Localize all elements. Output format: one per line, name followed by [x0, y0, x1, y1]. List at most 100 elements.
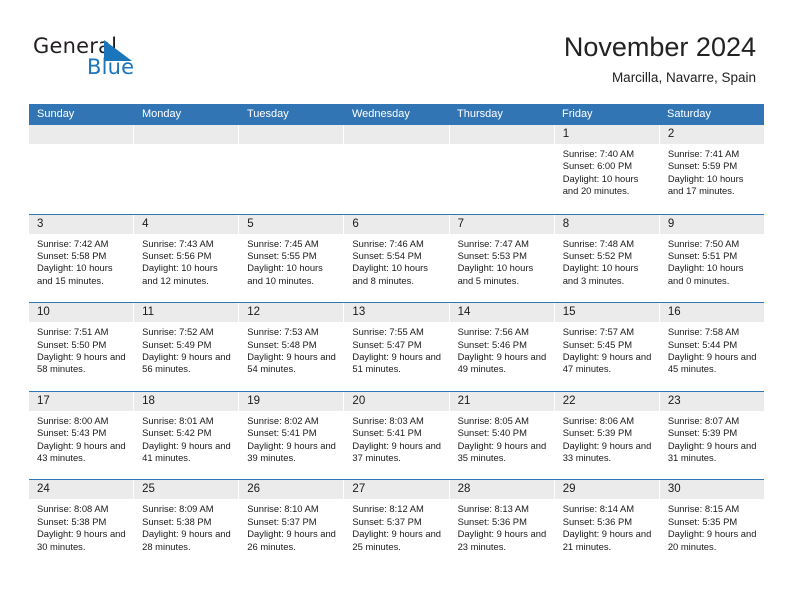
- weekday-header-friday: Friday: [562, 108, 593, 120]
- sunrise-text: Sunrise: 7:52 AM: [142, 326, 214, 338]
- calendar-day-cell[interactable]: 3 Sunrise: 7:42 AM Sunset: 5:58 PM Daylight…: [29, 214, 135, 303]
- sunset-text: Sunset: 5:35 PM: [667, 515, 738, 527]
- sunrise-text: Sunrise: 7:58 AM: [667, 326, 740, 338]
- day-number: 23: [659, 391, 764, 411]
- day-number: 8: [554, 214, 659, 234]
- sunrise-text: Sunrise: 8:01 AM: [142, 414, 214, 426]
- daylight-text: Daylight: 9 hours and 43 minutes.: [37, 439, 126, 463]
- sunset-text: Sunset: 5:38 PM: [142, 515, 212, 527]
- sunrise-text: Sunrise: 7:50 AM: [667, 237, 740, 249]
- day-details: Sunrise: 8:00 AM Sunset: 5:43 PM Daylight:…: [29, 411, 133, 465]
- day-number: 21: [449, 391, 554, 411]
- sunrise-text: Sunrise: 7:47 AM: [457, 237, 529, 249]
- day-number: 24: [29, 480, 134, 500]
- calendar-day-cell[interactable]: 30 Sunrise: 8:15 AM Sunset: 5:35 PM Dayligh…: [659, 480, 764, 568]
- sunset-text: Sunset: 5:41 PM: [352, 427, 422, 439]
- day-number: 9: [659, 214, 764, 234]
- sunset-text: Sunset: 5:45 PM: [562, 338, 633, 350]
- calendar-day-cell[interactable]: 17 Sunrise: 8:00 AM Sunset: 5:43 PM Dayligh…: [29, 391, 135, 480]
- calendar-day-cell[interactable]: 7 Sunrise: 7:47 AM Sunset: 5:53 PM Daylight…: [449, 214, 555, 303]
- day-details: Sunrise: 8:02 AM Sunset: 5:41 PM Daylight:…: [239, 411, 343, 465]
- title-block: November 2024 Marcilla, Navarre, Spain: [564, 30, 756, 88]
- day-details: Sunrise: 8:08 AM Sunset: 5:38 PM Daylight:…: [29, 499, 133, 553]
- day-number: 27: [344, 480, 449, 500]
- calendar-day-cell[interactable]: 23 Sunrise: 8:07 AM Sunset: 5:39 PM Dayligh…: [659, 391, 764, 480]
- weekday-header-saturday: Saturday: [667, 108, 712, 120]
- calendar-day-cell[interactable]: 13 Sunrise: 7:55 AM Sunset: 5:47 PM Dayligh…: [344, 303, 450, 391]
- calendar-day-cell[interactable]: 5 Sunrise: 7:45 AM Sunset: 5:55 PM Daylight…: [239, 214, 345, 303]
- calendar-day-cell[interactable]: 1 Sunrise: 7:40 AM Sunset: 6:00 PM Daylight…: [554, 125, 660, 214]
- calendar-day-cell[interactable]: 28 Sunrise: 8:13 AM Sunset: 5:36 PM Dayligh…: [449, 480, 555, 568]
- daylight-text: Daylight: 10 hours and 0 minutes.: [667, 262, 744, 286]
- calendar-day-cell[interactable]: 14 Sunrise: 7:56 AM Sunset: 5:46 PM Dayligh…: [449, 303, 555, 391]
- calendar-day-cell[interactable]: 16 Sunrise: 7:58 AM Sunset: 5:44 PM Dayligh…: [659, 303, 764, 391]
- daylight-text: Daylight: 10 hours and 15 minutes.: [37, 262, 113, 286]
- calendar-day-cell[interactable]: 6 Sunrise: 7:46 AM Sunset: 5:54 PM Daylight…: [344, 214, 450, 303]
- daylight-text: Daylight: 9 hours and 28 minutes.: [142, 528, 231, 552]
- calendar-day-cell[interactable]: 2 Sunrise: 7:41 AM Sunset: 5:59 PM Daylight…: [659, 125, 764, 214]
- day-details: Sunrise: 8:01 AM Sunset: 5:42 PM Daylight:…: [134, 411, 238, 465]
- daylight-text: Daylight: 9 hours and 47 minutes.: [562, 351, 652, 375]
- calendar-day-cell[interactable]: 29 Sunrise: 8:14 AM Sunset: 5:36 PM Dayligh…: [554, 480, 660, 568]
- calendar-day-cell[interactable]: 8 Sunrise: 7:48 AM Sunset: 5:52 PM Daylight…: [554, 214, 660, 303]
- day-number: 10: [29, 303, 134, 323]
- calendar-day-cell[interactable]: 27 Sunrise: 8:12 AM Sunset: 5:37 PM Dayligh…: [344, 480, 450, 568]
- sunset-text: Sunset: 5:42 PM: [142, 427, 212, 439]
- calendar-day-cell[interactable]: 21 Sunrise: 8:05 AM Sunset: 5:40 PM Dayligh…: [449, 391, 555, 480]
- sunrise-text: Sunrise: 8:06 AM: [562, 414, 635, 426]
- sunrise-text: Sunrise: 8:08 AM: [37, 503, 109, 515]
- day-number: 25: [134, 480, 239, 500]
- calendar-day-cell[interactable]: 20 Sunrise: 8:03 AM Sunset: 5:41 PM Dayligh…: [344, 391, 450, 480]
- sunrise-text: Sunrise: 7:56 AM: [457, 326, 529, 338]
- sunset-text: Sunset: 5:47 PM: [352, 338, 422, 350]
- day-number: [449, 125, 554, 144]
- calendar-day-cell[interactable]: 9 Sunrise: 7:50 AM Sunset: 5:51 PM Daylight…: [659, 214, 764, 303]
- day-number: 16: [659, 303, 764, 323]
- sunrise-text: Sunrise: 7:45 AM: [247, 237, 319, 249]
- day-details: Sunrise: 8:09 AM Sunset: 5:38 PM Daylight:…: [134, 499, 238, 553]
- calendar-page: General Blue November 2024 Marcilla, Nav…: [0, 0, 792, 612]
- day-number: 15: [554, 303, 659, 323]
- day-details: Sunrise: 7:42 AM Sunset: 5:58 PM Daylight:…: [29, 234, 133, 288]
- calendar-day-cell[interactable]: 24 Sunrise: 8:08 AM Sunset: 5:38 PM Dayligh…: [29, 480, 135, 568]
- calendar-day-cell[interactable]: 11 Sunrise: 7:52 AM Sunset: 5:49 PM Dayligh…: [134, 303, 240, 391]
- calendar-week-row: 17 Sunrise: 8:00 AM Sunset: 5:43 PM Dayligh…: [29, 390, 764, 480]
- daylight-text: Daylight: 9 hours and 51 minutes.: [352, 351, 442, 375]
- calendar-day-cell[interactable]: 22 Sunrise: 8:06 AM Sunset: 5:39 PM Dayligh…: [554, 391, 660, 480]
- calendar-day-cell[interactable]: 10 Sunrise: 7:51 AM Sunset: 5:50 PM Dayligh…: [29, 303, 135, 391]
- day-number: 1: [554, 125, 659, 144]
- calendar-day-cell[interactable]: 15 Sunrise: 7:57 AM Sunset: 5:45 PM Dayligh…: [554, 303, 660, 391]
- day-number: [29, 125, 134, 144]
- sunset-text: Sunset: 5:39 PM: [667, 427, 738, 439]
- daylight-text: Daylight: 10 hours and 10 minutes.: [247, 262, 323, 286]
- calendar-day-cell[interactable]: 19 Sunrise: 8:02 AM Sunset: 5:41 PM Dayligh…: [239, 391, 345, 480]
- day-number: 26: [239, 480, 344, 500]
- page-header: General Blue November 2024 Marcilla, Nav…: [0, 0, 792, 96]
- day-details: Sunrise: 7:53 AM Sunset: 5:48 PM Daylight:…: [239, 322, 343, 376]
- sunset-text: Sunset: 5:36 PM: [562, 515, 633, 527]
- day-number: 17: [29, 391, 134, 411]
- calendar-day-cell[interactable]: 12 Sunrise: 7:53 AM Sunset: 5:48 PM Dayligh…: [239, 303, 345, 391]
- calendar-grid: Sunday Monday Tuesday Wednesday Thursday…: [29, 104, 764, 568]
- calendar-day-cell[interactable]: 26 Sunrise: 8:10 AM Sunset: 5:37 PM Dayligh…: [239, 480, 345, 568]
- day-details: Sunrise: 7:58 AM Sunset: 5:44 PM Daylight:…: [660, 322, 764, 376]
- day-details: Sunrise: 7:51 AM Sunset: 5:50 PM Daylight:…: [29, 322, 133, 376]
- sunrise-text: Sunrise: 7:55 AM: [352, 326, 424, 338]
- day-details: Sunrise: 7:50 AM Sunset: 5:51 PM Daylight:…: [660, 234, 764, 288]
- sunrise-text: Sunrise: 7:42 AM: [37, 237, 109, 249]
- sunset-text: Sunset: 5:37 PM: [352, 515, 422, 527]
- calendar-day-cell-empty: [239, 125, 345, 214]
- calendar-day-cell[interactable]: 4 Sunrise: 7:43 AM Sunset: 5:56 PM Daylight…: [134, 214, 240, 303]
- sunset-text: Sunset: 6:00 PM: [562, 160, 633, 172]
- logo[interactable]: General Blue: [33, 34, 213, 86]
- daylight-text: Daylight: 10 hours and 8 minutes.: [352, 262, 428, 286]
- sunrise-text: Sunrise: 7:51 AM: [37, 326, 109, 338]
- calendar-day-cell[interactable]: 25 Sunrise: 8:09 AM Sunset: 5:38 PM Dayligh…: [134, 480, 240, 568]
- calendar-day-cell-empty: [344, 125, 450, 214]
- calendar-day-cell[interactable]: 18 Sunrise: 8:01 AM Sunset: 5:42 PM Dayligh…: [134, 391, 240, 480]
- day-number: 11: [134, 303, 239, 323]
- sunset-text: Sunset: 5:54 PM: [352, 250, 422, 261]
- daylight-text: Daylight: 9 hours and 49 minutes.: [457, 351, 547, 375]
- sunset-text: Sunset: 5:38 PM: [37, 515, 107, 527]
- sunset-text: Sunset: 5:53 PM: [457, 250, 527, 261]
